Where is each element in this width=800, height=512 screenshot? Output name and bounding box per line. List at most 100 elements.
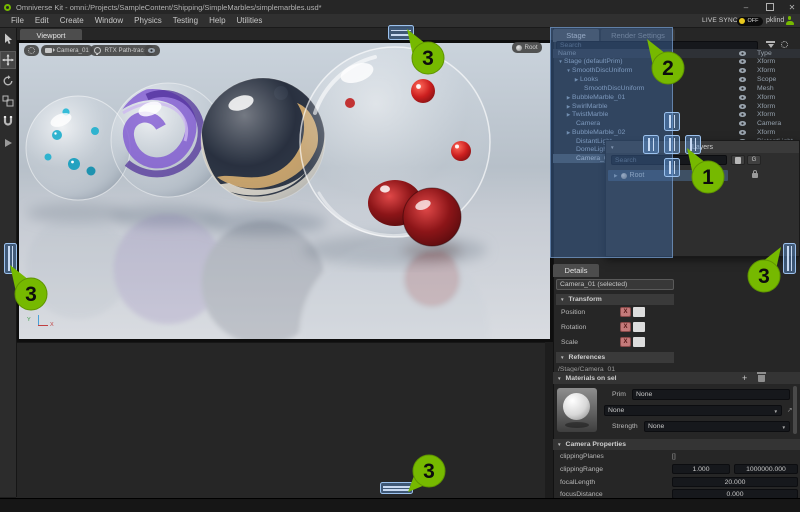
clipping-planes-value: [] [672, 453, 676, 460]
prim-value-field[interactable]: None [632, 389, 790, 400]
focus-distance-label: focusDistance [560, 491, 603, 498]
live-sync-toggle[interactable]: OFF [737, 17, 763, 26]
user-avatar-icon[interactable] [785, 16, 794, 25]
annotation-badge-3-left: 3 [1, 262, 57, 318]
visibility-eye-icon[interactable] [739, 77, 746, 82]
position-label: Position [561, 309, 585, 316]
annotation-badge-2: 2 [638, 36, 694, 92]
menu-testing[interactable]: Testing [173, 16, 198, 25]
references-section-header[interactable]: ▼References [556, 352, 674, 363]
content-browser-panel [16, 342, 545, 498]
viewport-render-marbles [19, 43, 550, 339]
omniverse-logo-icon [4, 4, 11, 11]
menu-create[interactable]: Create [60, 16, 84, 25]
position-x-axis-button[interactable]: X [620, 307, 631, 317]
scale-label: Scale [561, 339, 578, 346]
visibility-eye-icon[interactable] [739, 86, 746, 91]
annotation-badge-3-right: 3 [734, 244, 790, 300]
bulb-icon [94, 47, 101, 54]
stage-options-gear-icon[interactable] [781, 41, 788, 48]
clipping-range-min-field[interactable]: 1.000 [672, 464, 730, 474]
svg-text:3: 3 [423, 460, 435, 483]
dock-target-cluster-top[interactable] [664, 112, 680, 131]
material-sphere-icon [563, 393, 590, 420]
omniverse-kit-window: Omniverse Kit - omni:/Projects/SampleCon… [0, 0, 800, 512]
camera-selector-button[interactable]: Camera_01 [41, 45, 93, 56]
play-button-icon[interactable] [2, 137, 14, 149]
clipping-planes-label: clippingPlanes [560, 453, 604, 460]
menu-window[interactable]: Window [95, 16, 123, 25]
lock-icon[interactable] [752, 173, 758, 178]
rotation-label: Rotation [561, 324, 586, 331]
menu-file[interactable]: File [11, 16, 24, 25]
toggle-dot-icon [739, 18, 746, 25]
visibility-eye-icon[interactable] [739, 112, 746, 117]
annotation-badge-3-top: 3 [398, 26, 454, 82]
external-link-icon[interactable]: ↗ [787, 406, 793, 414]
menu-physics[interactable]: Physics [134, 16, 162, 25]
scale-x-field[interactable] [633, 337, 645, 347]
viewport-visibility-button[interactable] [144, 45, 160, 56]
focal-length-field[interactable]: 20.000 [672, 477, 798, 487]
position-x-field[interactable] [633, 307, 645, 317]
close-button[interactable]: ✕ [784, 0, 800, 14]
add-material-button[interactable]: + [742, 373, 747, 383]
window-title: Omniverse Kit - omni:/Projects/SampleCon… [16, 3, 322, 12]
viewport-settings-button[interactable] [24, 45, 39, 56]
scale-tool-icon[interactable] [2, 95, 14, 107]
rotation-x-field[interactable] [633, 322, 645, 332]
focal-length-label: focalLength [560, 479, 595, 486]
user-name: pklind [766, 17, 784, 24]
visibility-eye-icon[interactable] [739, 130, 746, 135]
cube-icon [516, 45, 522, 51]
annotation-badge-1: 1 [678, 145, 734, 201]
select-tool-icon[interactable] [2, 33, 14, 45]
visibility-eye-icon[interactable] [739, 59, 746, 64]
chevron-down-icon: ▼ [781, 425, 786, 430]
snap-tool-icon[interactable] [2, 115, 14, 127]
menu-help[interactable]: Help [209, 16, 225, 25]
maximize-button[interactable] [762, 0, 778, 14]
camera-icon [45, 48, 52, 53]
svg-text:3: 3 [758, 265, 770, 288]
title-bar: Omniverse Kit - omni:/Projects/SampleCon… [0, 0, 800, 14]
chevron-down-icon: ▼ [773, 409, 778, 414]
material-dropdown[interactable]: None ▼ [604, 405, 782, 416]
layers-g-button[interactable]: G [747, 155, 761, 165]
materials-section-header[interactable]: ▼Materials on sel + [553, 372, 800, 384]
tab-details[interactable]: Details [553, 264, 599, 277]
visibility-eye-icon[interactable] [739, 121, 746, 126]
clipping-range-max-field[interactable]: 1000000.000 [734, 464, 798, 474]
status-bar [0, 498, 800, 512]
svg-text:3: 3 [25, 283, 37, 306]
annotation-badge-3-bottom: 3 [399, 439, 455, 495]
move-tool-icon[interactable] [0, 51, 16, 69]
prim-label: Prim [612, 391, 626, 398]
visibility-eye-icon[interactable] [739, 68, 746, 73]
strength-dropdown[interactable]: None ▼ [644, 421, 790, 432]
viewport-tab-bar: Viewport [16, 27, 553, 40]
strength-label: Strength [612, 423, 638, 430]
scale-x-axis-button[interactable]: X [620, 337, 631, 347]
rotation-x-axis-button[interactable]: X [620, 322, 631, 332]
camera-properties-header[interactable]: ▼Camera Properties [553, 439, 800, 450]
menu-edit[interactable]: Edit [35, 16, 49, 25]
rotate-tool-icon[interactable] [2, 75, 14, 87]
material-preview-thumbnail[interactable] [557, 388, 597, 432]
document-icon [735, 157, 741, 164]
live-sync-label: LIVE SYNC [702, 17, 738, 24]
minimize-button[interactable]: – [738, 0, 754, 14]
materials-scrollbar[interactable] [793, 386, 797, 434]
menu-utilities[interactable]: Utilities [237, 16, 263, 25]
stage-filter-icon[interactable] [766, 41, 775, 49]
clipping-range-label: clippingRange [560, 466, 603, 473]
delete-material-trash-icon[interactable] [758, 375, 765, 382]
visibility-eye-icon[interactable] [739, 95, 746, 100]
gear-icon [28, 47, 35, 54]
root-button[interactable]: Root [512, 42, 542, 53]
transform-section-header[interactable]: ▼Transform [556, 294, 674, 305]
svg-text:3: 3 [422, 47, 434, 70]
dock-target-cluster-left[interactable] [643, 135, 659, 154]
visibility-eye-icon[interactable] [739, 104, 746, 109]
svg-text:2: 2 [662, 57, 674, 80]
